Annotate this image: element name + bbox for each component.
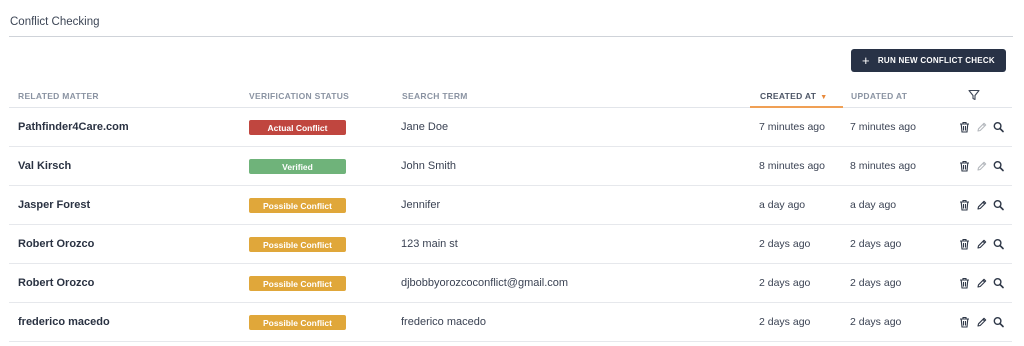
row-actions bbox=[959, 238, 1004, 250]
run-button-label: RUN NEW CONFLICT CHECK bbox=[877, 56, 995, 65]
status-badge: Possible Conflict bbox=[249, 198, 346, 213]
table-row[interactable]: Robert Orozco Possible Conflict 123 main… bbox=[9, 225, 1012, 264]
sort-descending-icon: ▼ bbox=[820, 94, 828, 101]
status-badge: Possible Conflict bbox=[249, 315, 346, 330]
column-header-created-at-label: CREATED AT bbox=[760, 91, 817, 101]
row-actions bbox=[959, 121, 1004, 133]
column-header-related-matter[interactable]: RELATED MATTER bbox=[18, 91, 99, 101]
conflict-checking-page: Conflict Checking + RUN NEW CONFLICT CHE… bbox=[0, 0, 1024, 346]
row-actions bbox=[959, 199, 1004, 211]
table-row[interactable]: frederico macedo Possible Conflict frede… bbox=[9, 303, 1012, 342]
updated-at: 2 days ago bbox=[850, 277, 902, 289]
trash-icon[interactable] bbox=[959, 238, 970, 250]
pencil-icon[interactable] bbox=[976, 316, 987, 328]
plus-icon: + bbox=[862, 52, 870, 68]
filter-icon[interactable] bbox=[968, 88, 981, 101]
column-header-search-term[interactable]: SEARCH TERM bbox=[402, 91, 468, 101]
trash-icon[interactable] bbox=[959, 316, 970, 328]
status-badge: Possible Conflict bbox=[249, 276, 346, 291]
search-icon[interactable] bbox=[993, 199, 1004, 211]
column-header-updated-at[interactable]: UPDATED AT bbox=[851, 91, 907, 101]
table-row[interactable]: Val Kirsch Verified John Smith 8 minutes… bbox=[9, 147, 1012, 186]
created-at: 8 minutes ago bbox=[759, 160, 825, 172]
search-term: frederico macedo bbox=[401, 316, 486, 328]
search-term: John Smith bbox=[401, 160, 457, 172]
conflict-table: RELATED MATTER VERIFICATION STATUS SEARC… bbox=[9, 84, 1012, 342]
pencil-icon[interactable] bbox=[976, 238, 987, 250]
created-at: 2 days ago bbox=[759, 238, 811, 250]
column-header-created-at[interactable]: CREATED AT ▼ bbox=[760, 91, 827, 101]
related-matter[interactable]: Val Kirsch bbox=[18, 160, 71, 172]
table-row[interactable]: Robert Orozco Possible Conflict djbobbyo… bbox=[9, 264, 1012, 303]
created-at: 2 days ago bbox=[759, 316, 811, 328]
pencil-icon[interactable] bbox=[976, 277, 987, 289]
table-header: RELATED MATTER VERIFICATION STATUS SEARC… bbox=[9, 84, 1012, 108]
created-at: a day ago bbox=[759, 199, 806, 211]
search-term: Jane Doe bbox=[401, 121, 449, 133]
run-new-conflict-check-button[interactable]: + RUN NEW CONFLICT CHECK bbox=[851, 49, 1006, 72]
trash-icon[interactable] bbox=[959, 160, 970, 172]
updated-at: 2 days ago bbox=[850, 238, 902, 250]
status-badge: Actual Conflict bbox=[249, 120, 346, 135]
title-divider bbox=[9, 36, 1013, 37]
updated-at: 7 minutes ago bbox=[850, 121, 916, 133]
row-actions bbox=[959, 160, 1004, 172]
updated-at: 8 minutes ago bbox=[850, 160, 916, 172]
related-matter[interactable]: Pathfinder4Care.com bbox=[18, 121, 129, 133]
pencil-icon bbox=[976, 121, 987, 133]
search-icon[interactable] bbox=[993, 160, 1004, 172]
updated-at: 2 days ago bbox=[850, 316, 902, 328]
created-at: 7 minutes ago bbox=[759, 121, 825, 133]
related-matter[interactable]: Jasper Forest bbox=[18, 199, 90, 211]
table-row[interactable]: Jasper Forest Possible Conflict Jennifer… bbox=[9, 186, 1012, 225]
search-icon[interactable] bbox=[993, 121, 1004, 133]
updated-at: a day ago bbox=[850, 199, 897, 211]
search-term: 123 main st bbox=[401, 238, 458, 250]
related-matter[interactable]: Robert Orozco bbox=[18, 238, 94, 250]
related-matter[interactable]: frederico macedo bbox=[18, 316, 110, 328]
search-term: djbobbyorozcoconflict@gmail.com bbox=[401, 277, 569, 289]
status-badge: Possible Conflict bbox=[249, 237, 346, 252]
search-icon[interactable] bbox=[993, 277, 1004, 289]
pencil-icon[interactable] bbox=[976, 199, 987, 211]
trash-icon[interactable] bbox=[959, 121, 970, 133]
trash-icon[interactable] bbox=[959, 277, 970, 289]
search-icon[interactable] bbox=[993, 316, 1004, 328]
page-title: Conflict Checking bbox=[10, 16, 100, 28]
search-icon[interactable] bbox=[993, 238, 1004, 250]
row-actions bbox=[959, 277, 1004, 289]
trash-icon[interactable] bbox=[959, 199, 970, 211]
table-row[interactable]: Pathfinder4Care.com Actual Conflict Jane… bbox=[9, 108, 1012, 147]
related-matter[interactable]: Robert Orozco bbox=[18, 277, 94, 289]
column-header-verification-status[interactable]: VERIFICATION STATUS bbox=[249, 91, 349, 101]
row-actions bbox=[959, 316, 1004, 328]
search-term: Jennifer bbox=[401, 199, 441, 211]
status-badge: Verified bbox=[249, 159, 346, 174]
pencil-icon bbox=[976, 160, 987, 172]
created-at: 2 days ago bbox=[759, 277, 811, 289]
table-body: Pathfinder4Care.com Actual Conflict Jane… bbox=[9, 108, 1012, 342]
